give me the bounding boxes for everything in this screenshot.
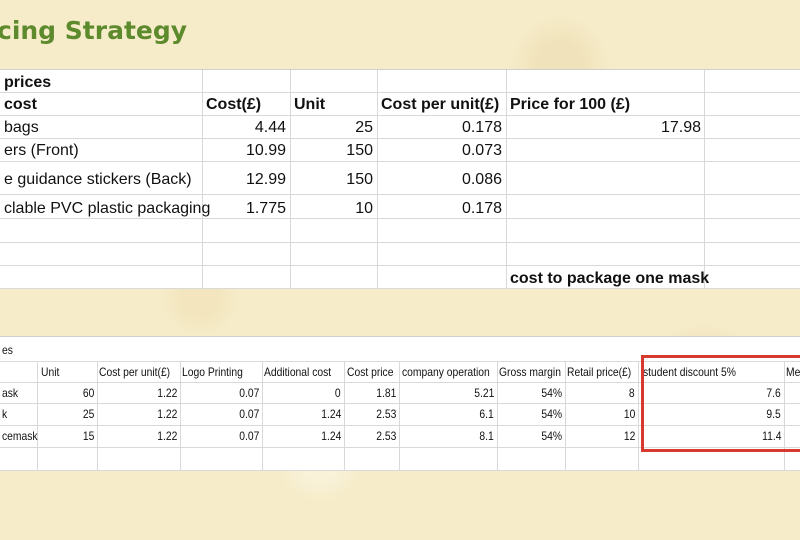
column-divider — [290, 70, 291, 289]
table-cell: 1.22 — [156, 429, 177, 443]
table-cell: 1.22 — [156, 386, 177, 400]
header-cell: Additional cost — [264, 365, 332, 379]
table-cell: 5.21 — [473, 386, 494, 400]
column-divider — [37, 361, 38, 471]
table-cell: 0.073 — [461, 142, 502, 159]
table-row — [0, 70, 800, 93]
table-cell: 1.22 — [156, 407, 177, 421]
table-cell: 0 — [335, 386, 341, 400]
header-cell: cost — [4, 96, 37, 113]
discount-highlight-box — [641, 355, 800, 452]
column-divider — [565, 361, 566, 471]
table-cell: 0.07 — [238, 429, 259, 443]
table-cell: cemask — [2, 429, 38, 443]
header-cell: Price for 100 (£) — [510, 96, 631, 113]
header-cell: Cost per unit(£) — [381, 96, 500, 113]
table-cell: ers (Front) — [4, 142, 79, 159]
header-cell: Cost(£) — [206, 96, 262, 113]
column-divider — [506, 70, 507, 289]
column-divider — [704, 70, 705, 289]
table-cell: 0.086 — [461, 171, 502, 188]
header-cell: Gross margin — [499, 365, 561, 379]
header-cell: Retail price(£) — [567, 365, 632, 379]
table-cell: 10 — [355, 200, 373, 217]
table-cell: 54% — [541, 407, 562, 421]
table-cell: 54% — [541, 429, 562, 443]
table-cell: 12 — [623, 429, 635, 443]
table-cell: 12.99 — [245, 171, 286, 188]
table-cell: clable PVC plastic packaging — [4, 200, 211, 217]
table-cell: 10.99 — [245, 142, 286, 159]
column-divider — [344, 361, 345, 471]
header-cell: Unit — [41, 365, 60, 379]
table-cell: ask — [2, 386, 19, 400]
table-cell: 2.53 — [375, 407, 396, 421]
table-caption: es — [2, 343, 13, 357]
table-row — [0, 242, 800, 266]
slide-title: cing Strategy — [0, 16, 188, 45]
header-cell: Cost per unit(£) — [99, 365, 171, 379]
table-cell: 1.24 — [320, 429, 341, 443]
table-row — [0, 218, 800, 243]
column-divider — [399, 361, 400, 471]
table-cell: 8 — [629, 386, 635, 400]
column-divider — [202, 70, 203, 289]
table-cell: 0.178 — [461, 119, 502, 136]
table-cell: 15 — [82, 429, 94, 443]
column-divider — [377, 70, 378, 289]
column-divider — [638, 361, 639, 471]
table-cell: 0.07 — [238, 386, 259, 400]
header-cell: Logo Printing — [182, 365, 243, 379]
table-cell: 150 — [346, 142, 373, 159]
table-cell: 1.775 — [245, 200, 286, 217]
table-cell: 8.1 — [479, 429, 494, 443]
table-cell: 2.53 — [375, 429, 396, 443]
table-cell: e guidance stickers (Back) — [4, 171, 192, 188]
header-cell: company operation — [402, 365, 490, 379]
table-cell: 54% — [541, 386, 562, 400]
header-cell: Cost price — [347, 365, 394, 379]
table-cell: k — [2, 407, 8, 421]
table-cell: 150 — [346, 171, 373, 188]
packaging-cost-table: prices cost Cost(£) Unit Cost per unit(£… — [0, 69, 800, 289]
table-cell: 0.07 — [238, 407, 259, 421]
table-cell: 60 — [82, 386, 94, 400]
table-row — [0, 138, 800, 162]
table-cell: 17.98 — [660, 119, 701, 136]
table-cell: 25 — [82, 407, 94, 421]
table-cell: 25 — [355, 119, 373, 136]
table-cell: bags — [4, 119, 39, 136]
table-cell: 4.44 — [254, 119, 286, 136]
column-divider — [97, 361, 98, 471]
column-divider — [180, 361, 181, 471]
table-cell: 0.178 — [461, 200, 502, 217]
table-cell: 10 — [623, 407, 635, 421]
table-cell: 6.1 — [479, 407, 494, 421]
table-cell: 1.81 — [375, 386, 396, 400]
table-caption: prices — [4, 74, 52, 91]
column-divider — [497, 361, 498, 471]
header-cell: Unit — [294, 96, 326, 113]
footer-label: cost to package one mask — [510, 270, 710, 287]
column-divider — [262, 361, 263, 471]
table-cell: 1.24 — [320, 407, 341, 421]
